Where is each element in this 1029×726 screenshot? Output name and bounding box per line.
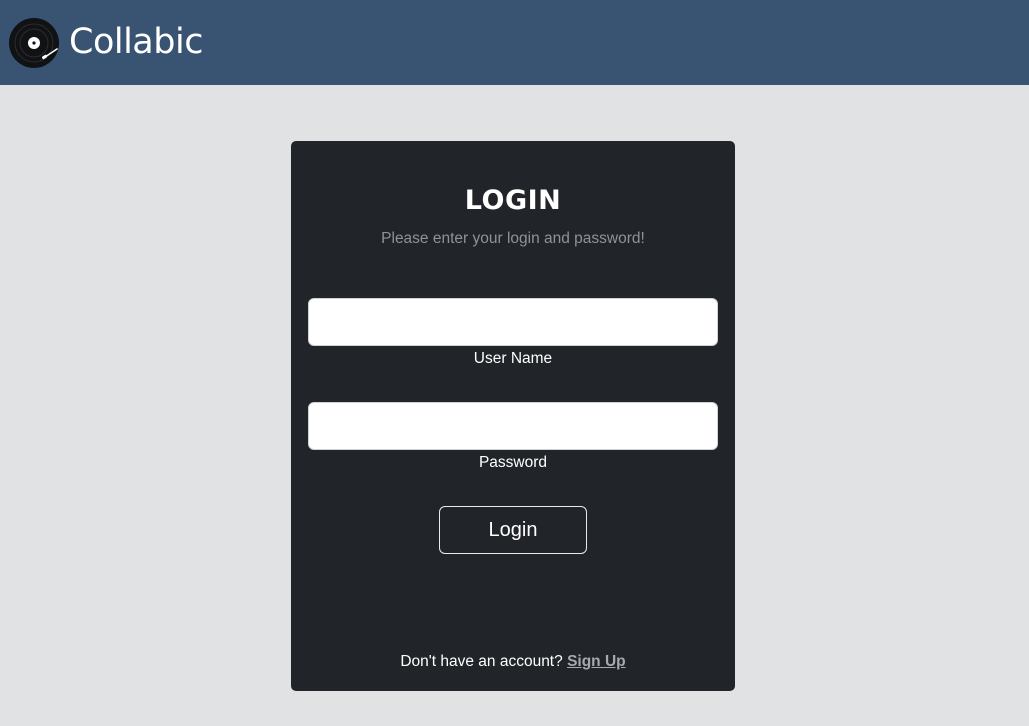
- brand-name: Collabic: [69, 22, 203, 62]
- login-title: LOGIN: [464, 185, 562, 216]
- login-card: LOGIN Please enter your login and passwo…: [291, 141, 735, 691]
- top-navbar: Collabic: [0, 0, 1029, 85]
- login-button[interactable]: Login: [439, 506, 587, 554]
- signup-prompt-text: Don't have an account?: [400, 653, 563, 670]
- signup-link[interactable]: Sign Up: [567, 653, 626, 670]
- vinyl-record-icon: [9, 17, 59, 68]
- signup-prompt-line: Don't have an account? Sign Up: [291, 653, 735, 671]
- password-label: Password: [478, 454, 548, 471]
- login-subtitle: Please enter your login and password!: [381, 230, 645, 247]
- username-input[interactable]: [308, 298, 718, 346]
- username-label: User Name: [473, 350, 553, 367]
- brand-link[interactable]: Collabic: [9, 17, 203, 68]
- password-input[interactable]: [308, 402, 718, 450]
